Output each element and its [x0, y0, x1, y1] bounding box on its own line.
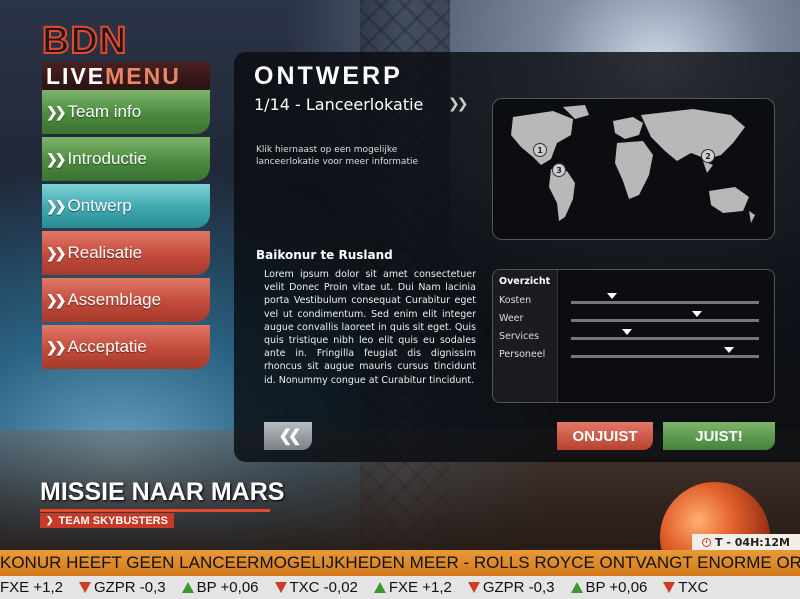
location-description: Lorem ipsum dolor sit amet consectetuer … — [264, 269, 476, 386]
stock-item: GZPR -0,3 — [467, 576, 555, 599]
stock-label: FXE +1,2 — [388, 579, 452, 596]
chevron-right-icon: ❯❯ — [46, 291, 67, 308]
location-title: Baikonur te Rusland — [256, 248, 393, 262]
chevron-right-icon: ❯❯ — [46, 103, 67, 120]
overview-label-kosten: Kosten — [499, 295, 532, 306]
menu-item-label: Realisatie — [67, 243, 143, 262]
stock-item: GZPR -0,3 — [78, 576, 166, 599]
juist-button[interactable]: JUIST! — [663, 422, 775, 450]
stock-item: TXC -0,02 — [274, 576, 358, 599]
menu-item-acceptatie[interactable]: ❯❯ Acceptatie — [42, 325, 210, 369]
overview-label-services: Services — [499, 331, 540, 342]
menu-item-label: Team info — [67, 102, 142, 121]
page-subtitle: 1/14 - Lanceerlokatie — [254, 95, 424, 114]
mission-title: MISSIE NAAR MARS — [40, 478, 285, 506]
stock-label: BP +0,06 — [585, 579, 648, 596]
mission-underline — [40, 509, 270, 512]
down-triangle-icon — [663, 582, 676, 593]
menu-item-ontwerp[interactable]: ❯❯ Ontwerp — [42, 184, 210, 228]
overview-bar-weer — [571, 311, 759, 322]
stock-item: FXE +1,2 — [0, 576, 63, 599]
stock-item: BP +0,06 — [181, 576, 259, 599]
clock-icon — [702, 537, 712, 547]
news-ticker: KONUR HEEFT GEEN LANCEERMOGELIJKHEDEN ME… — [0, 550, 800, 576]
overview-bar-kosten — [571, 293, 759, 304]
overview-heading: Overzicht — [499, 276, 551, 287]
bdn-logo: BDN — [41, 19, 128, 63]
stock-ticker: FXE +1,2 GZPR -0,3 BP +0,06 TXC -0,02 FX… — [0, 576, 800, 599]
overview-panel: Overzicht Kosten Weer Services Personeel — [492, 269, 775, 403]
world-map[interactable]: 1 2 3 — [492, 98, 775, 240]
overview-marker — [723, 347, 734, 353]
map-pin-3[interactable]: 3 — [552, 163, 566, 177]
countdown-timer: T - 04H:12M — [692, 534, 800, 550]
instruction-text: Klik hiernaast op een mogelijke lanceerl… — [256, 145, 419, 167]
menu-item-label: Introductie — [67, 149, 147, 168]
chevron-right-icon: ❯❯ — [46, 244, 67, 261]
overview-label-weer: Weer — [499, 313, 524, 324]
live-menu-title: LIVEMENU — [42, 62, 210, 90]
up-triangle-icon — [373, 582, 386, 593]
stock-label: BP +0,06 — [196, 579, 259, 596]
stock-item: BP +0,06 — [570, 576, 648, 599]
world-map-icon — [511, 105, 755, 223]
chevron-right-icon: ❯❯ — [46, 197, 67, 214]
stock-label: TXC -0,02 — [289, 579, 358, 596]
menu-label: MENU — [105, 63, 181, 89]
timer-label: T - 04H:12M — [715, 535, 790, 549]
map-pin-2[interactable]: 2 — [701, 149, 715, 163]
team-badge: ❯ TEAM SKYBUSTERS — [40, 513, 174, 528]
map-pin-1[interactable]: 1 — [533, 143, 547, 157]
overview-label-personeel: Personeel — [499, 349, 546, 360]
down-triangle-icon — [274, 582, 287, 593]
stock-label: TXC — [678, 579, 709, 596]
stock-label: FXE +1,2 — [0, 579, 63, 596]
team-name: TEAM SKYBUSTERS — [58, 514, 168, 527]
down-triangle-icon — [78, 582, 91, 593]
page-title: ONTWERP — [254, 62, 403, 90]
back-button[interactable]: ❮❮ — [264, 422, 312, 450]
down-triangle-icon — [467, 582, 480, 593]
up-triangle-icon — [181, 582, 194, 593]
chevron-right-icon: ❯❯ — [46, 150, 67, 167]
overview-marker — [691, 311, 702, 317]
onjuist-button[interactable]: ONJUIST — [557, 422, 653, 450]
overview-marker — [622, 329, 633, 335]
overview-marker — [607, 293, 618, 299]
menu-item-label: Assemblage — [67, 290, 162, 309]
menu-item-introductie[interactable]: ❯❯ Introductie — [42, 137, 210, 181]
main-menu: ❯❯ Team info ❯❯ Introductie ❯❯ Ontwerp ❯… — [42, 90, 210, 372]
up-triangle-icon — [570, 582, 583, 593]
overview-bar-services — [571, 329, 759, 340]
menu-item-team-info[interactable]: ❯❯ Team info — [42, 90, 210, 134]
chevron-right-icon: ❯❯ — [46, 338, 67, 355]
stock-label: GZPR -0,3 — [482, 579, 555, 596]
live-label: LIVE — [46, 63, 106, 89]
stock-label: GZPR -0,3 — [93, 579, 166, 596]
overview-bar-personeel — [571, 347, 759, 358]
menu-item-label: Acceptatie — [67, 337, 147, 356]
menu-item-assemblage[interactable]: ❯❯ Assemblage — [42, 278, 210, 322]
menu-item-label: Ontwerp — [67, 196, 132, 215]
arrow-right-icon: ❯ — [46, 515, 54, 525]
menu-item-realisatie[interactable]: ❯❯ Realisatie — [42, 231, 210, 275]
stock-item: FXE +1,2 — [373, 576, 452, 599]
next-chevron-icon[interactable]: ❯❯ — [448, 96, 469, 112]
stock-item: TXC — [663, 576, 708, 599]
